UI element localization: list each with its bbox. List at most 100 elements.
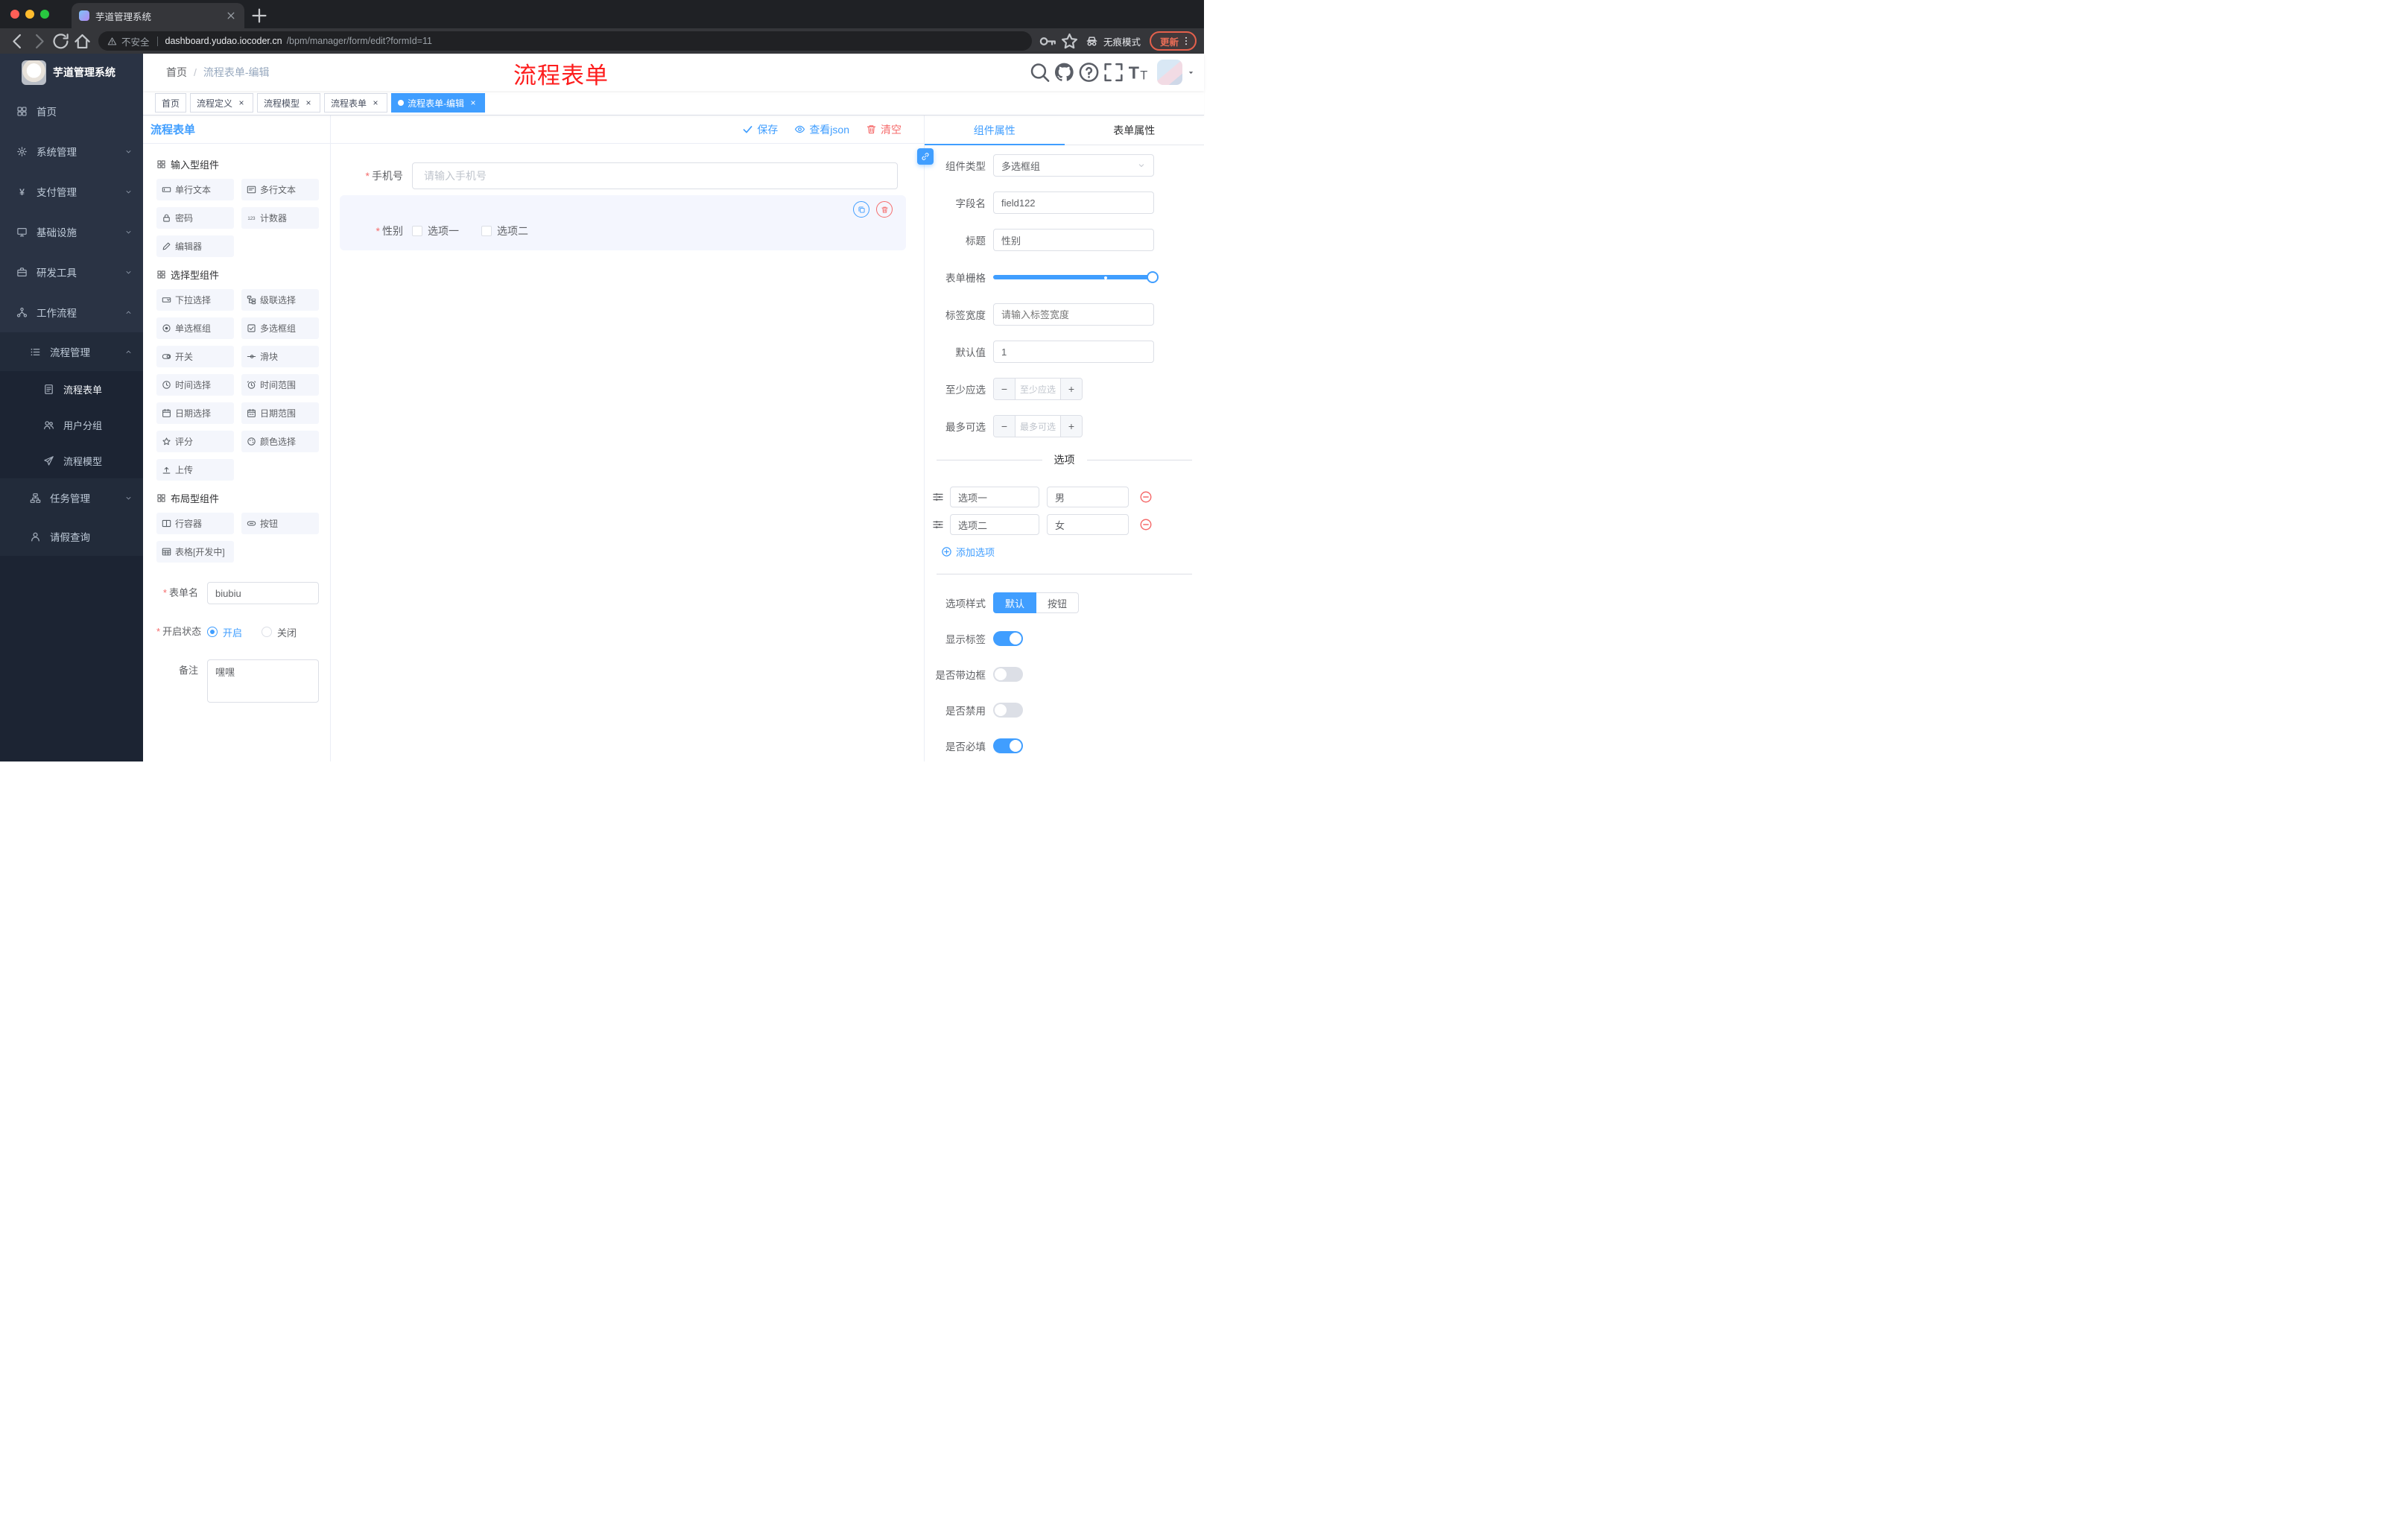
tab-component-props[interactable]: 组件属性 — [925, 115, 1065, 145]
label-width-input[interactable] — [993, 303, 1154, 326]
tab-close-icon[interactable] — [225, 10, 237, 22]
palette-item-color-picker[interactable]: 颜色选择 — [241, 431, 319, 452]
palette-item-password[interactable]: 密码 — [156, 207, 234, 229]
tag-process-form[interactable]: 流程表单 × — [324, 93, 388, 113]
style-default-button[interactable]: 默认 — [993, 592, 1037, 613]
sidebar-item-task-mgmt[interactable]: 任务管理 — [0, 478, 143, 517]
browser-tab[interactable]: 芋道管理系统 — [72, 3, 244, 28]
switch-show-label[interactable] — [993, 631, 1023, 646]
slider-handle[interactable] — [1147, 271, 1159, 283]
min-stepper-placeholder[interactable]: 至少应选 — [1016, 379, 1060, 399]
option-value-input[interactable] — [1047, 487, 1129, 507]
stepper-minus-button[interactable]: − — [994, 379, 1016, 399]
palette-item-cascader[interactable]: 级联选择 — [241, 289, 319, 311]
bookmark-icon[interactable] — [1059, 31, 1080, 51]
palette-item-switch[interactable]: 开关 — [156, 346, 234, 367]
save-button[interactable]: 保存 — [742, 122, 778, 137]
font-size-icon[interactable]: TT — [1127, 60, 1150, 85]
breadcrumb-home[interactable]: 首页 — [166, 65, 187, 80]
tag-home[interactable]: 首页 — [155, 93, 187, 113]
not-secure-icon[interactable] — [107, 37, 117, 46]
window-zoom-button[interactable] — [40, 10, 49, 19]
field-name-input[interactable] — [993, 191, 1154, 214]
forward-button[interactable] — [29, 31, 49, 51]
tag-process-model[interactable]: 流程模型 × — [257, 93, 321, 113]
switch-border[interactable] — [993, 667, 1023, 682]
window-close-button[interactable] — [10, 10, 19, 19]
style-button-button[interactable]: 按钮 — [1036, 592, 1080, 613]
delete-widget-button[interactable] — [876, 201, 893, 218]
search-icon[interactable] — [1028, 60, 1051, 85]
link-fab-button[interactable] — [917, 148, 934, 165]
tag-close-icon[interactable]: × — [236, 98, 247, 108]
max-stepper-placeholder[interactable]: 最多可选 — [1016, 416, 1060, 437]
option-drag-handle-icon[interactable] — [932, 519, 944, 531]
reload-button[interactable] — [51, 31, 71, 51]
sidebar-item-workflow[interactable]: 工作流程 — [0, 292, 143, 332]
tag-close-icon[interactable]: × — [370, 98, 381, 108]
add-option-button[interactable]: 添加选项 — [941, 545, 995, 559]
widget-phone[interactable]: 手机号 请输入手机号 — [340, 162, 898, 189]
option-drag-handle-icon[interactable] — [932, 491, 944, 503]
sidebar-item-home[interactable]: 首页 — [0, 91, 143, 131]
tag-process-form-edit[interactable]: 流程表单-编辑 × — [391, 93, 486, 113]
hamburger-icon[interactable] — [143, 66, 166, 79]
palette-item-upload[interactable]: 上传 — [156, 459, 234, 481]
palette-item-multi-line-text[interactable]: 多行文本 — [241, 179, 319, 200]
default-value-input[interactable] — [993, 341, 1154, 363]
sidebar-item-system[interactable]: 系统管理 — [0, 131, 143, 171]
checkbox-option-2[interactable]: 选项二 — [481, 224, 528, 238]
switch-required[interactable] — [993, 738, 1023, 753]
form-remark-textarea[interactable]: 嘿嘿 — [207, 659, 319, 703]
remove-option-button[interactable] — [1139, 490, 1153, 504]
status-radio-on[interactable]: 开启 — [207, 625, 242, 639]
github-icon[interactable] — [1053, 60, 1076, 85]
widget-gender-selected[interactable]: 性别 选项一 选项二 — [340, 195, 906, 250]
user-avatar[interactable] — [1157, 60, 1182, 85]
tag-process-definition[interactable]: 流程定义 × — [190, 93, 254, 113]
sidebar-item-process-mgmt[interactable]: 流程管理 — [0, 332, 143, 371]
fullscreen-icon[interactable] — [1102, 60, 1125, 85]
password-manager-icon[interactable] — [1038, 31, 1058, 51]
sidebar-item-process-form[interactable]: 流程表单 — [0, 371, 143, 407]
palette-item-counter[interactable]: 123 计数器 — [241, 207, 319, 229]
grid-slider[interactable] — [993, 266, 1159, 288]
phone-input[interactable]: 请输入手机号 — [412, 162, 898, 189]
palette-item-date-picker[interactable]: 日期选择 — [156, 402, 234, 424]
browser-home-button[interactable] — [72, 31, 92, 51]
palette-item-date-range[interactable]: 日期范围 — [241, 402, 319, 424]
palette-item-editor[interactable]: 编辑器 — [156, 235, 234, 257]
back-button[interactable] — [7, 31, 28, 51]
palette-item-button[interactable]: 按钮 — [241, 513, 319, 534]
address-bar[interactable]: 不安全 dashboard.yudao.iocoder.cn/bpm/manag… — [98, 31, 1032, 51]
sidebar-item-payment[interactable]: ¥ 支付管理 — [0, 171, 143, 212]
component-type-select[interactable]: 多选框组 — [993, 154, 1154, 177]
palette-item-table[interactable]: 表格[开发中] — [156, 541, 234, 563]
stepper-plus-button[interactable]: + — [1060, 379, 1082, 399]
palette-item-slider[interactable]: 滑块 — [241, 346, 319, 367]
palette-item-rate[interactable]: 评分 — [156, 431, 234, 452]
tag-close-icon[interactable]: × — [303, 98, 314, 108]
update-button[interactable]: 更新 — [1149, 31, 1197, 51]
palette-item-checkbox-group[interactable]: 多选框组 — [241, 317, 319, 339]
palette-item-single-line-text[interactable]: 单行文本 — [156, 179, 234, 200]
form-name-input[interactable] — [207, 582, 319, 604]
copy-widget-button[interactable] — [853, 201, 869, 218]
palette-item-time-range[interactable]: 时间范围 — [241, 374, 319, 396]
palette-item-radio-group[interactable]: 单选框组 — [156, 317, 234, 339]
option-value-input[interactable] — [1047, 514, 1129, 535]
avatar-caret-icon[interactable] — [1187, 69, 1195, 77]
sidebar-item-devtools[interactable]: 研发工具 — [0, 252, 143, 292]
stepper-minus-button[interactable]: − — [994, 416, 1016, 437]
sidebar-item-leave-query[interactable]: 请假查询 — [0, 517, 143, 556]
view-json-button[interactable]: 查看json — [794, 122, 849, 137]
checkbox-option-1[interactable]: 选项一 — [412, 224, 459, 238]
clear-button[interactable]: 清空 — [866, 122, 902, 137]
new-tab-button[interactable] — [249, 5, 270, 26]
sidebar-item-infra[interactable]: 基础设施 — [0, 212, 143, 252]
palette-item-row-container[interactable]: 行容器 — [156, 513, 234, 534]
sidebar-item-process-model[interactable]: 流程模型 — [0, 443, 143, 478]
option-label-input[interactable] — [950, 487, 1039, 507]
option-label-input[interactable] — [950, 514, 1039, 535]
tag-close-icon[interactable]: × — [468, 98, 478, 108]
